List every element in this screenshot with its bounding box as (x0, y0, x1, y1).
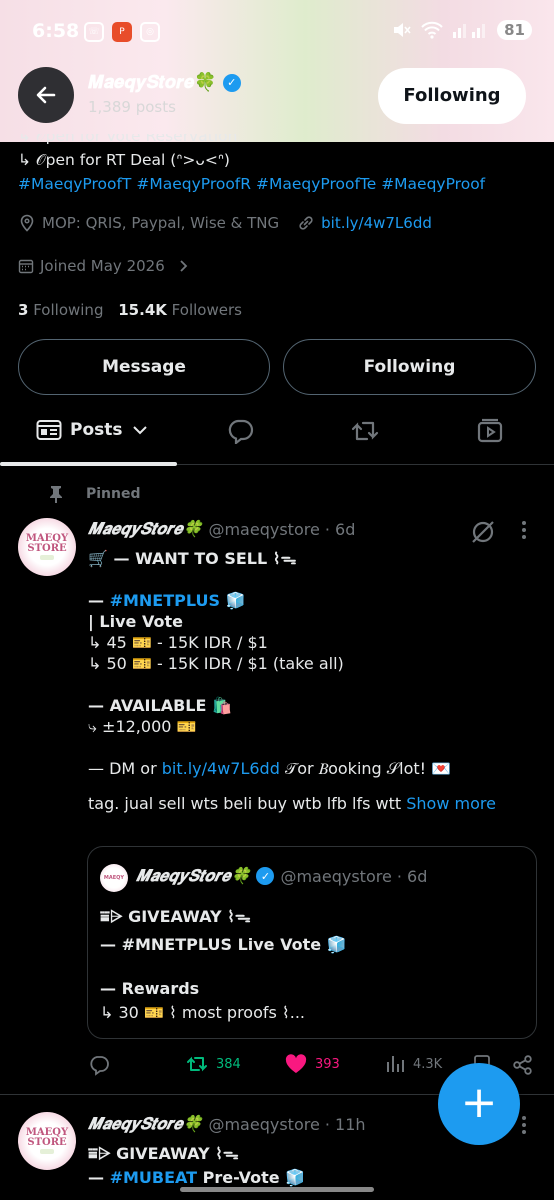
post-text: ⩸⩥ GIVEAWAY ⌇ᯓ — #MUBEAT Pre-Vote 🧊 (88, 1144, 306, 1187)
views-count: 4.3K (413, 1056, 443, 1072)
location-text: MOP: QRIS, Paypal, Wise & TNG (42, 214, 280, 232)
header-name: 𝑴𝒂𝒆𝒒𝒚𝑺𝒕𝒐𝒓𝒆🍀 ✓ (88, 72, 241, 93)
profile-meta: MOP: QRIS, Paypal, Wise & TNG bit.ly/4w7… (18, 214, 432, 232)
profile-bio: ↳ 𝒪pen for Vote Reservation ↳ 𝒪pen for R… (18, 134, 538, 195)
repost-icon (187, 1056, 207, 1072)
post-handle-time: @maeqystore · 6d (208, 519, 356, 539)
followers-count-link[interactable]: 15.4K Followers (118, 301, 242, 319)
signal-icon (453, 24, 486, 38)
message-button[interactable]: Message (18, 339, 270, 395)
profile-banner: 6:58 ☏ P ◎ 81 𝑴𝒂𝒆𝒒𝒚𝑺𝒕𝒐𝒓𝒆🍀 ✓ 1,389 posts … (0, 0, 554, 142)
post-handle-time: @maeqystore · 11h (208, 1114, 366, 1134)
avatar[interactable]: MAEQY STORE (18, 518, 76, 576)
compose-post-button[interactable]: + (438, 1063, 520, 1145)
repost-button[interactable]: 384 (186, 1054, 241, 1074)
plus-icon: + (460, 1077, 498, 1128)
back-button[interactable] (18, 67, 74, 123)
calendar-icon (18, 259, 34, 274)
quoted-post[interactable]: MAEQY 𝑴𝒂𝒆𝒒𝒚𝑺𝒕𝒐𝒓𝒆🍀 ✓ @maeqystore · 6d ⩸⩥ … (87, 846, 537, 1039)
avatar[interactable]: MAEQY STORE (18, 1112, 76, 1170)
instagram-icon: ◎ (140, 22, 160, 42)
post-header: 𝑴𝒂𝒆𝒒𝒚𝑺𝒕𝒐𝒓𝒆🍀 @maeqystore · 6d (88, 519, 355, 539)
avatar-ribbon (39, 555, 55, 560)
post-header: 𝑴𝒂𝒆𝒒𝒚𝑺𝒕𝒐𝒓𝒆🍀 @maeqystore · 11h (88, 1114, 366, 1134)
share-button[interactable] (512, 1054, 534, 1076)
wifi-icon (421, 21, 443, 39)
home-indicator[interactable] (180, 1187, 374, 1192)
post-author[interactable]: 𝑴𝒂𝒆𝒒𝒚𝑺𝒕𝒐𝒓𝒆🍀 (88, 1114, 202, 1134)
media-play-icon (477, 418, 503, 443)
post-author[interactable]: 𝑴𝒂𝒆𝒒𝒚𝑺𝒕𝒐𝒓𝒆🍀 (88, 519, 202, 539)
follow-counts: 3 Following 15.4K Followers (18, 301, 242, 319)
bio-line: ↳ 𝒪pen for RT Deal (ᐢ>ᴗ<ᐢ) (18, 151, 230, 169)
status-bar: 6:58 ☏ P ◎ 81 (0, 18, 554, 48)
bio-line: ↳ 𝒪pen for Vote Reservation (18, 134, 238, 144)
hashtag-link[interactable]: #MUBEAT (110, 1168, 198, 1187)
like-button[interactable]: 393 (285, 1054, 340, 1074)
profile-link[interactable]: bit.ly/4w7L6dd (321, 214, 432, 232)
hashtag-link[interactable]: #MNETPLUS (110, 591, 220, 610)
more-options-icon[interactable] (522, 1116, 528, 1134)
more-options-icon[interactable] (522, 521, 528, 539)
arrow-left-icon (36, 86, 56, 104)
following-button[interactable]: Following (283, 339, 536, 395)
analytics-icon (387, 1056, 404, 1072)
tab-posts[interactable]: Posts (36, 418, 149, 442)
link-icon (299, 216, 313, 230)
reply-button[interactable] (88, 1054, 110, 1076)
quote-header: 𝑴𝒂𝒆𝒒𝒚𝑺𝒕𝒐𝒓𝒆🍀 ✓ @maeqystore · 6d (136, 866, 428, 886)
repost-count: 384 (216, 1056, 241, 1072)
joined-text: Joined May 2026 (40, 257, 165, 275)
tab-reposts[interactable] (351, 418, 379, 444)
share-icon (513, 1055, 532, 1075)
chevron-right-icon (180, 260, 188, 272)
chevron-down-icon (132, 426, 147, 435)
repost-icon (351, 421, 379, 441)
profile-tabs: Posts (0, 402, 554, 466)
heart-icon (285, 1054, 307, 1073)
pin-icon (50, 486, 62, 503)
reply-bubble-icon (228, 419, 254, 444)
views-button[interactable]: 4.3K (385, 1054, 442, 1074)
verified-badge-icon: ✓ (256, 867, 275, 885)
reply-icon (90, 1056, 109, 1076)
avatar-ribbon (39, 1149, 55, 1154)
shopee-pay-icon: P (112, 22, 132, 42)
grok-icon[interactable] (470, 519, 496, 545)
battery-indicator: 81 (497, 20, 532, 40)
joined-row[interactable]: Joined May 2026 (18, 257, 191, 275)
location-icon (20, 214, 34, 232)
pinned-label: Pinned (48, 484, 141, 504)
status-time: 6:58 (32, 20, 80, 42)
quote-text: ⩸⩥ GIVEAWAY ⌇ᯓ — #MNETPLUS Live Vote 🧊 —… (100, 907, 347, 1022)
bio-hashtags[interactable]: #MaeqyProofT #MaeqyProofR #MaeqyProofTe … (18, 174, 538, 195)
post-link[interactable]: bit.ly/4w7L6dd (162, 759, 280, 778)
like-count: 393 (315, 1056, 340, 1072)
following-count-link[interactable]: 3 Following (18, 301, 103, 319)
header-post-count: 1,389 posts (88, 98, 176, 116)
quote-avatar: MAEQY (100, 864, 128, 892)
active-tab-indicator (0, 462, 177, 466)
whatsapp-icon: ☏ (84, 22, 104, 42)
mute-icon (394, 23, 411, 37)
posts-card-icon (36, 420, 62, 440)
tab-replies[interactable] (226, 418, 254, 444)
post-text: 🛒 — WANT TO SELL ⌇ᯓ — #MNETPLUS 🧊 | Live… (88, 549, 496, 813)
verified-badge-icon: ✓ (222, 73, 241, 92)
tab-media[interactable] (477, 418, 503, 444)
header-following-button[interactable]: Following (378, 68, 526, 124)
show-more-link[interactable]: Show more (406, 794, 496, 813)
